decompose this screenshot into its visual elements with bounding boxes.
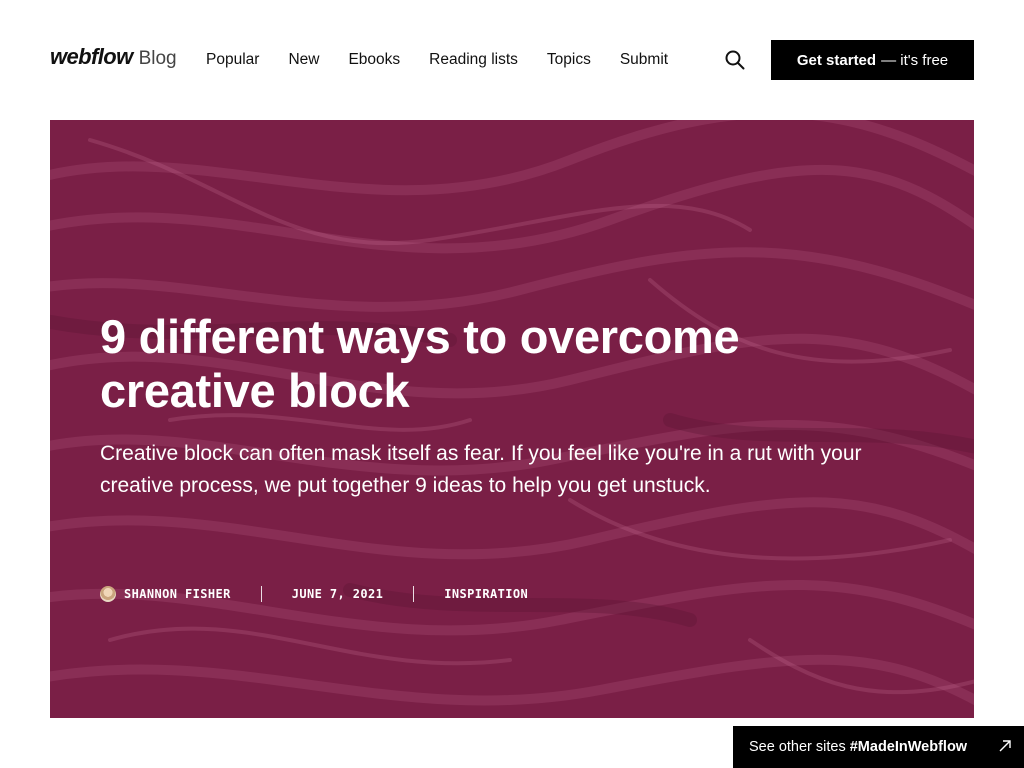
blog-home-link[interactable]: webflow Blog [50, 44, 177, 70]
cta-rest-label: — it's free [881, 51, 949, 69]
search-button[interactable] [724, 49, 746, 71]
arrow-up-right-icon [999, 740, 1011, 752]
nav-link-reading-lists[interactable]: Reading lists [429, 50, 518, 70]
badge-prefix: See other sites [749, 739, 846, 755]
nav-link-popular[interactable]: Popular [206, 50, 259, 70]
nav-links: Popular New Ebooks Reading lists Topics … [206, 50, 668, 70]
cta-bold-label: Get started [796, 51, 877, 69]
webflow-logo: webflow [50, 44, 133, 69]
nav-link-new[interactable]: New [288, 50, 319, 70]
author-link[interactable]: SHANNON FISHER [124, 587, 231, 601]
meta-divider [260, 586, 262, 602]
article-title[interactable]: 9 different ways to overcome creative bl… [100, 310, 860, 418]
badge-tag: #MadeInWebflow [849, 739, 968, 755]
publish-date: JUNE 7, 2021 [291, 587, 384, 601]
author-avatar [100, 586, 116, 602]
get-started-button[interactable]: Get started — it's free [771, 40, 974, 80]
made-in-webflow-badge[interactable]: See other sites #MadeInWebflow [733, 726, 1024, 768]
featured-article-hero[interactable]: 9 different ways to overcome creative bl… [50, 120, 974, 718]
article-description: Creative block can often mask itself as … [100, 442, 862, 497]
nav-link-ebooks[interactable]: Ebooks [348, 50, 400, 70]
meta-divider [413, 586, 415, 602]
category-link[interactable]: INSPIRATION [444, 587, 528, 601]
hero-background-texture [50, 120, 974, 718]
nav-link-topics[interactable]: Topics [547, 50, 591, 70]
search-icon [725, 50, 745, 70]
top-navigation: webflow Blog Popular New Ebooks Reading … [0, 0, 1024, 120]
nav-link-submit[interactable]: Submit [620, 50, 668, 70]
blog-label: Blog [138, 48, 177, 69]
article-meta: SHANNON FISHER JUNE 7, 2021 INSPIRATION [100, 584, 528, 604]
